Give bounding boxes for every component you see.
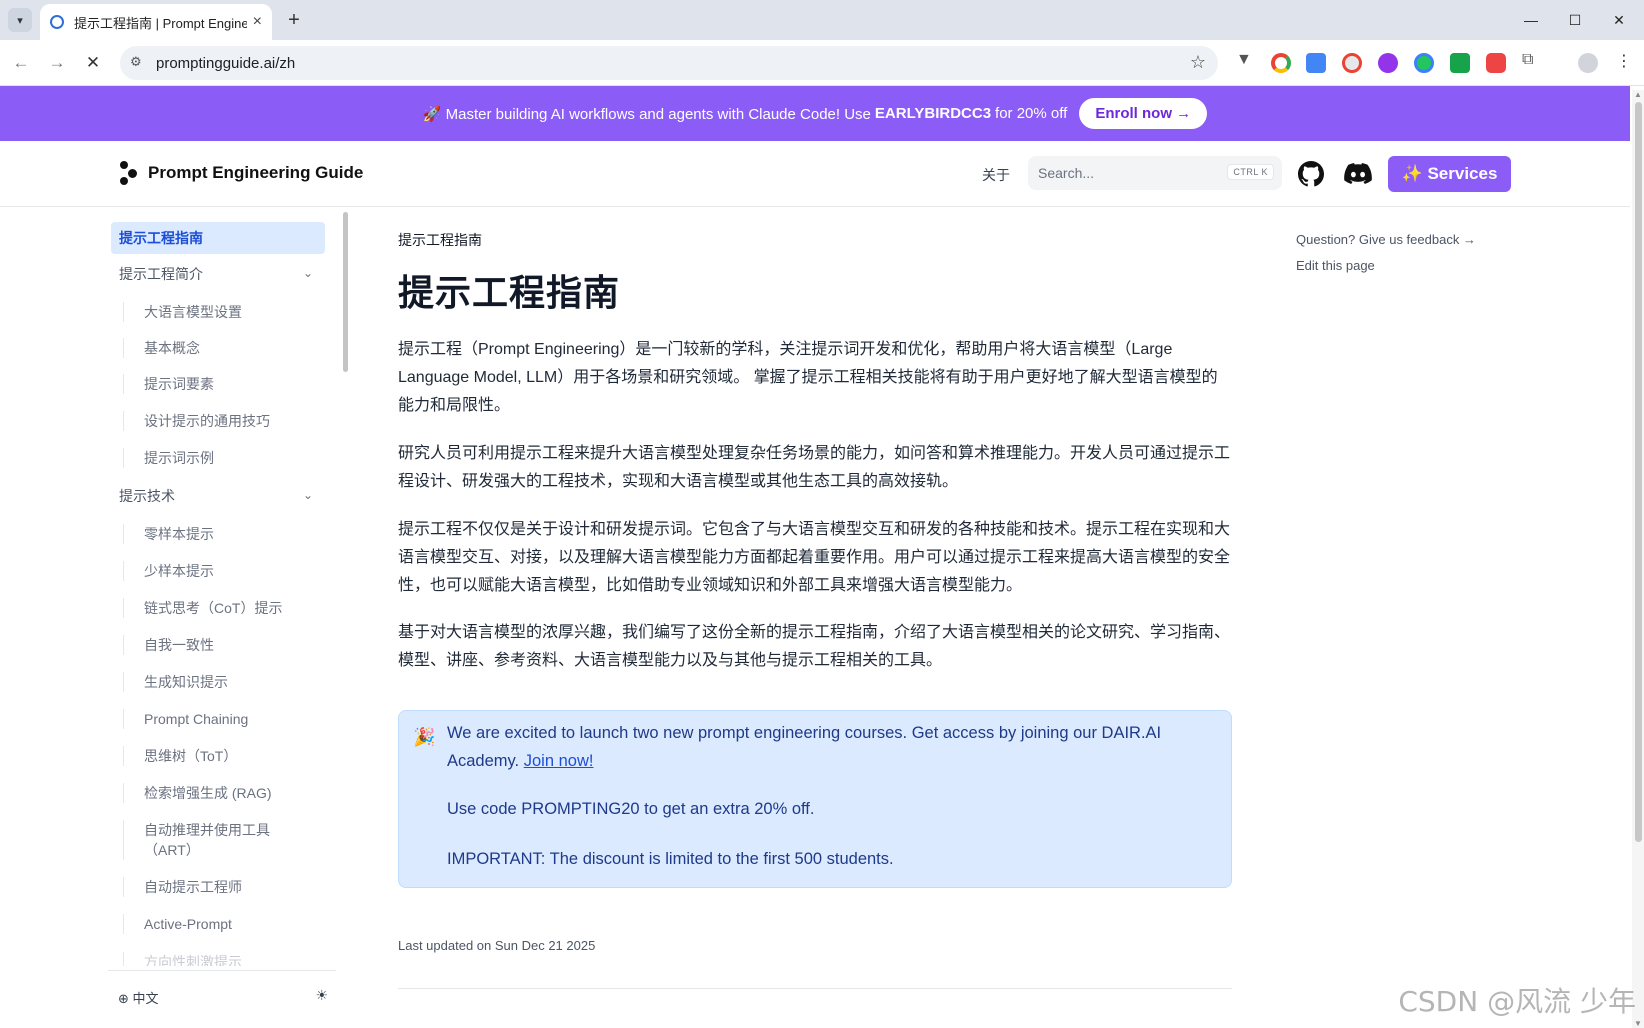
site-logo[interactable]: Prompt Engineering Guide xyxy=(118,161,363,185)
divider xyxy=(398,988,1232,989)
sidebar-item-techniques[interactable]: 提示技术 ⌄ xyxy=(111,480,325,512)
browser-toolbar: ← → ✕ ⚙ promptingguide.ai/zh ☆ ▼ ⧉ ⋮ xyxy=(0,40,1644,86)
search-input[interactable] xyxy=(1038,163,1228,183)
watermark: CSDN @风流 少年 xyxy=(1398,985,1636,1018)
browser-tab[interactable]: 提示工程指南 | Prompt Engineering Guide × xyxy=(40,4,272,40)
sidebar-item-introduction[interactable]: 提示工程简介 ⌄ xyxy=(111,258,325,290)
sidebar-item-llm-settings[interactable]: 大语言模型设置 xyxy=(123,302,333,322)
github-icon[interactable] xyxy=(1298,161,1324,187)
extension-screenshot-icon[interactable] xyxy=(1342,53,1362,73)
site-header: Prompt Engineering Guide 关于 CTRL K ✨ Ser… xyxy=(0,141,1630,207)
tab-title: 提示工程指南 | Prompt Engineering Guide xyxy=(74,15,247,31)
sidebar-item-guide[interactable]: 提示工程指南 xyxy=(111,222,325,254)
extension-monitor-icon[interactable] xyxy=(1414,53,1434,73)
discord-icon[interactable] xyxy=(1344,163,1372,185)
intro-paragraph: 提示工程（Prompt Engineering）是一门较新的学科，关注提示词开发… xyxy=(398,341,1218,414)
chevron-down-icon[interactable]: ⌄ xyxy=(303,488,313,502)
page-title: 提示工程指南 xyxy=(398,272,621,313)
tab-search-icon[interactable]: ▾ xyxy=(8,8,32,32)
extension-red-icon[interactable] xyxy=(1486,53,1506,73)
promo-banner: 🚀 Master building AI workflows and agent… xyxy=(0,86,1630,141)
sidebar-item-tot[interactable]: 思维树（ToT） xyxy=(123,746,333,766)
logo-dots-icon xyxy=(118,161,140,185)
party-popper-icon: 🎉 xyxy=(413,727,436,747)
sidebar-item-knowledge[interactable]: 生成知识提示 xyxy=(123,672,333,692)
site-info-icon[interactable]: ⚙ xyxy=(130,54,142,70)
callout-announcement: We are excited to launch two new prompt … xyxy=(447,724,1162,770)
back-icon[interactable]: ← xyxy=(10,52,32,74)
edit-page-link[interactable]: Edit this page xyxy=(1296,258,1375,273)
course-callout: 🎉 We are excited to launch two new promp… xyxy=(398,710,1232,888)
motivation-paragraph: 基于对大语言模型的浓厚兴趣，我们编写了这份全新的提示工程指南，介绍了大语言模型相… xyxy=(398,624,1231,669)
extension-translate-icon[interactable] xyxy=(1306,53,1326,73)
sidebar-item-label: 提示技术 xyxy=(119,488,175,504)
page-scrollbar-thumb[interactable] xyxy=(1635,102,1642,842)
globe-icon: ⊕ xyxy=(118,991,129,1006)
nav-about-link[interactable]: 关于 xyxy=(982,165,1010,185)
sidebar-item-zero-shot[interactable]: 零样本提示 xyxy=(123,524,333,544)
callout-important: IMPORTANT: The discount is limited to th… xyxy=(447,850,894,868)
sidebar-item-art[interactable]: 自动推理并使用工具（ART） xyxy=(123,820,293,860)
promo-code: EARLYBIRDCC3 xyxy=(874,105,992,122)
scroll-up-icon[interactable]: ▲ xyxy=(1634,90,1642,99)
logo-text: Prompt Engineering Guide xyxy=(148,163,364,182)
tab-close-icon[interactable]: × xyxy=(253,13,262,31)
theme-toggle-sun-icon[interactable]: ☀ xyxy=(315,987,328,1004)
maximize-icon[interactable]: ☐ xyxy=(1560,8,1590,32)
callout-code: Use code PROMPTING20 to get an extra 20%… xyxy=(447,800,815,818)
browser-tab-bar: ▾ 提示工程指南 | Prompt Engineering Guide × + … xyxy=(0,0,1644,40)
sidebar-item-elements[interactable]: 提示词要素 xyxy=(123,374,333,394)
sidebar-item-consistency[interactable]: 自我一致性 xyxy=(123,635,333,655)
minimize-icon[interactable]: — xyxy=(1516,8,1546,32)
sidebar-item-basics[interactable]: 基本概念 xyxy=(123,338,333,358)
language-switcher[interactable]: ⊕ 中文 xyxy=(118,988,159,1007)
extension-vpn-icon[interactable]: ▼ xyxy=(1236,51,1252,69)
sidebar-item-ape[interactable]: 自动提示工程师 xyxy=(123,877,333,897)
close-window-icon[interactable]: ✕ xyxy=(1604,8,1634,32)
chevron-down-icon[interactable]: ⌄ xyxy=(303,266,313,280)
new-tab-icon[interactable]: + xyxy=(282,8,306,32)
profile-avatar[interactable] xyxy=(1578,53,1598,73)
scroll-down-icon[interactable]: ▼ xyxy=(1634,1019,1642,1028)
extensions-puzzle-icon[interactable]: ⧉ xyxy=(1522,51,1533,69)
sidebar-item-label: 提示工程简介 xyxy=(119,266,203,282)
page-scrollbar[interactable]: ▲ ▼ xyxy=(1632,90,1644,1028)
search-box[interactable]: CTRL K xyxy=(1028,156,1282,190)
scope-paragraph: 提示工程不仅仅是关于设计和研发提示词。它包含了与大语言模型交互和研发的各种技能和… xyxy=(398,521,1231,594)
sidebar-item-rag[interactable]: 检索增强生成 (RAG) xyxy=(123,783,333,803)
enroll-now-button[interactable]: Enroll now → xyxy=(1079,98,1208,129)
last-updated: Last updated on Sun Dec 21 2025 xyxy=(398,938,596,953)
extension-badge-icon[interactable] xyxy=(1450,53,1470,73)
site-favicon-icon xyxy=(50,15,64,29)
sidebar-item-tips[interactable]: 设计提示的通用技巧 xyxy=(123,411,333,431)
search-shortcut-hint: CTRL K xyxy=(1227,164,1274,180)
sidebar-item-cot[interactable]: 链式思考（CoT）提示 xyxy=(123,598,333,618)
researchers-paragraph: 研究人员可利用提示工程来提升大语言模型处理复杂任务场景的能力，如问答和算术推理能… xyxy=(398,445,1231,490)
sidebar-item-dsp[interactable]: 方向性刺激提示 xyxy=(123,952,333,966)
address-bar[interactable]: ⚙ promptingguide.ai/zh ☆ xyxy=(120,46,1218,80)
breadcrumb: 提示工程指南 xyxy=(398,232,482,248)
feedback-link[interactable]: Question? Give us feedback → xyxy=(1296,232,1476,247)
sidebar-item-prompt-chaining[interactable]: Prompt Chaining xyxy=(123,709,333,729)
forward-icon[interactable]: → xyxy=(46,52,68,74)
url-text[interactable]: promptingguide.ai/zh xyxy=(156,55,295,72)
sidebar-nav: 提示工程指南 提示工程简介 ⌄ 大语言模型设置 基本概念 提示词要素 设计提示的通… xyxy=(0,208,348,1028)
extension-globe-icon[interactable] xyxy=(1378,53,1398,73)
join-now-link[interactable]: Join now! xyxy=(524,752,594,770)
extension-chrome-icon[interactable] xyxy=(1271,53,1291,73)
stop-loading-icon[interactable]: ✕ xyxy=(82,52,104,74)
sidebar-footer: ⊕ 中文 ☀ xyxy=(108,970,336,1016)
services-button[interactable]: ✨ Services xyxy=(1388,156,1511,192)
promo-discount: for 20% off xyxy=(995,105,1068,122)
bookmark-star-icon[interactable]: ☆ xyxy=(1190,52,1206,73)
sidebar-item-examples[interactable]: 提示词示例 xyxy=(123,448,333,468)
sidebar-item-active-prompt[interactable]: Active-Prompt xyxy=(123,914,333,934)
language-label: 中文 xyxy=(132,991,159,1006)
sidebar-item-label: 提示工程指南 xyxy=(119,230,203,246)
sidebar-item-few-shot[interactable]: 少样本提示 xyxy=(123,561,333,581)
promo-text: 🚀 Master building AI workflows and agent… xyxy=(422,105,871,123)
browser-menu-icon[interactable]: ⋮ xyxy=(1616,51,1632,71)
sidebar-scrollbar[interactable] xyxy=(343,212,348,372)
